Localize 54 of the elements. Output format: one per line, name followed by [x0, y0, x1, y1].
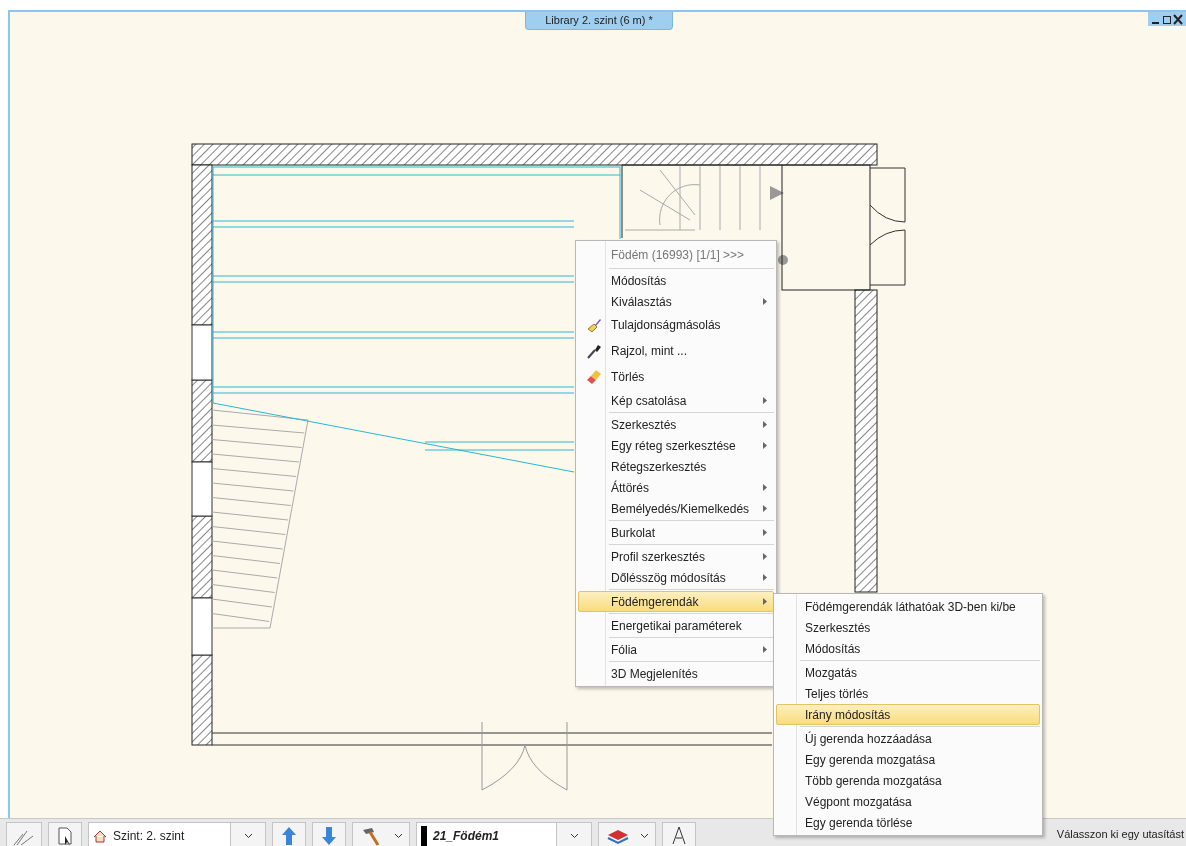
menu-item[interactable]: Tulajdonságmásolás: [578, 312, 774, 338]
menu-item[interactable]: Kép csatolása: [578, 390, 774, 411]
menu-item[interactable]: Profil szerkesztés: [578, 546, 774, 567]
arrow-up-icon[interactable]: [281, 826, 297, 846]
status-text: Válasszon ki egy utasítást: [1056, 827, 1185, 840]
caret-icon: [639, 833, 649, 839]
menu-item[interactable]: Irány módosítás: [776, 704, 1040, 725]
caret-icon: [393, 833, 403, 839]
menu-item[interactable]: Rajzol, mint ...: [578, 338, 774, 364]
arrow-down-icon[interactable]: [321, 826, 337, 846]
brush-icon: [585, 316, 603, 334]
window-title[interactable]: Library 2. szint (6 m) *: [525, 12, 673, 30]
close-icon[interactable]: [1173, 13, 1183, 25]
window-opening: [191, 597, 213, 656]
menu-item[interactable]: Végpont mozgatása: [776, 791, 1040, 812]
dot-marker: [778, 255, 788, 265]
menu-item[interactable]: Burkolat: [578, 522, 774, 543]
menu-item[interactable]: Födémgerendák láthatóak 3D-ben ki/be: [776, 596, 1040, 617]
window-opening: [191, 324, 213, 381]
menu-item[interactable]: Rétegszerkesztés: [578, 456, 774, 477]
maximize-icon[interactable]: [1162, 13, 1172, 25]
layer-combo[interactable]: 21_Födém1: [416, 822, 592, 846]
layer-swatch: [421, 826, 427, 846]
menu-header: Födém (16993) [1/1] >>>: [610, 247, 746, 264]
eyedropper-icon: [585, 342, 603, 360]
menu-item[interactable]: Energetikai paraméterek: [578, 615, 774, 636]
menu-item[interactable]: Mozgatás: [776, 662, 1040, 683]
menu-item[interactable]: Szerkesztés: [578, 414, 774, 435]
caret-icon: [243, 833, 253, 839]
menu-item[interactable]: Áttörés: [578, 477, 774, 498]
layers-icon[interactable]: [605, 827, 630, 845]
menu-item[interactable]: Egy réteg szerkesztése: [578, 435, 774, 456]
caret-icon: [569, 833, 579, 839]
beam-line: [619, 174, 621, 240]
pen-nib-icon[interactable]: [671, 826, 687, 846]
menu-item[interactable]: Egy gerenda mozgatása: [776, 749, 1040, 770]
menu-item[interactable]: Több gerenda mozgatása: [776, 770, 1040, 791]
menu-item[interactable]: 3D Megjelenítés: [578, 663, 774, 684]
menu-item[interactable]: Dőlésszög módosítás: [578, 567, 774, 588]
level-combo[interactable]: Szint: 2. szint: [88, 822, 266, 846]
menu-item[interactable]: Új gerenda hozzáadása: [776, 728, 1040, 749]
menu-item[interactable]: Födémgerendák: [578, 591, 774, 612]
menu-item[interactable]: Módosítás: [578, 270, 774, 291]
house-icon: [93, 829, 107, 843]
menu-item[interactable]: Bemélyedés/Kiemelkedés: [578, 498, 774, 519]
menu-item[interactable]: Szerkesztés: [776, 617, 1040, 638]
window-opening: [191, 461, 213, 517]
menu-item[interactable]: Módosítás: [776, 638, 1040, 659]
menu-item[interactable]: Fólia: [578, 639, 774, 660]
eraser-icon: [585, 368, 603, 386]
page-cursor-icon[interactable]: [56, 826, 74, 846]
menu-item[interactable]: Teljes törlés: [776, 683, 1040, 704]
menu-item[interactable]: Törlés: [578, 364, 774, 390]
menu-item[interactable]: Kiválasztás: [578, 291, 774, 312]
